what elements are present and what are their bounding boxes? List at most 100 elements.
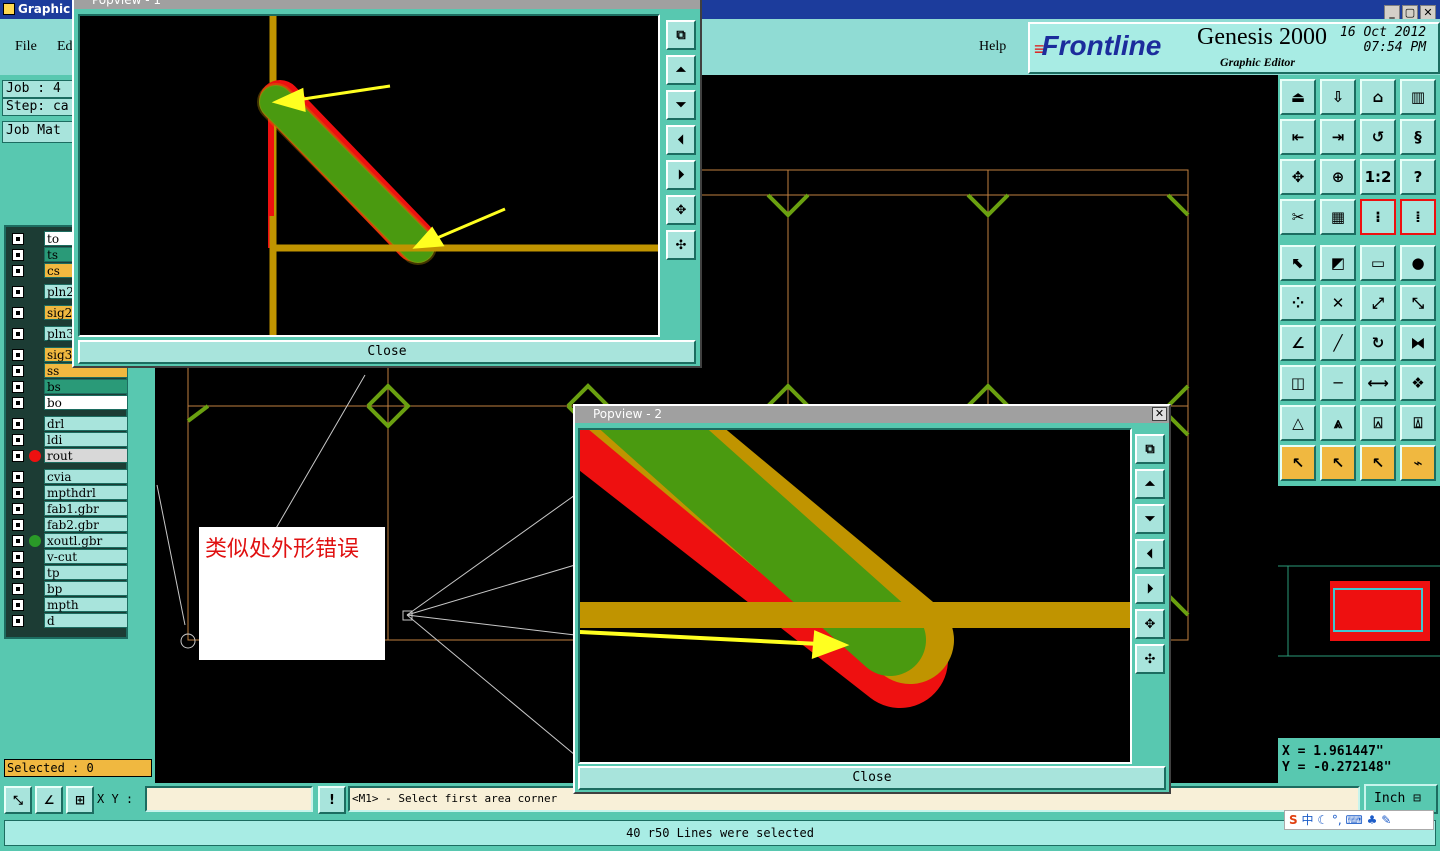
zoom-in-icon[interactable]: ✥	[666, 195, 696, 225]
layer-checkbox[interactable]	[12, 328, 24, 340]
layer-checkbox[interactable]	[12, 233, 24, 245]
scale-icon[interactable]: 1:2	[1360, 159, 1396, 195]
angle-icon[interactable]: ∠	[1280, 325, 1316, 361]
layer-checkbox[interactable]	[12, 551, 24, 563]
trace-icon[interactable]: ─	[1320, 365, 1356, 401]
save-icon[interactable]: ⇩	[1320, 79, 1356, 115]
job-matrix-button[interactable]: Job Mat	[2, 121, 74, 143]
zoom-center-icon[interactable]: ⊕	[1320, 159, 1356, 195]
popview-1-window[interactable]: Popview - 1 Close ⧉ ⏶ ⏷ ⏴ ⏵ ✥ ✣	[72, 0, 702, 368]
menu-edit[interactable]: Ed	[57, 39, 73, 55]
popview-zoom-icon[interactable]: ⧉	[1135, 434, 1165, 464]
layer-checkbox[interactable]	[12, 535, 24, 547]
route-icon[interactable]: ⍓	[1360, 405, 1396, 441]
open-job-icon[interactable]: ⏏	[1280, 79, 1316, 115]
measure-icon[interactable]: ⟷	[1360, 365, 1396, 401]
snap-icon[interactable]: §	[1400, 119, 1436, 155]
drc-icon[interactable]: △	[1280, 405, 1316, 441]
attributes-icon[interactable]: ◫	[1280, 365, 1316, 401]
delete-icon[interactable]: ✕	[1320, 285, 1356, 321]
area-select-icon[interactable]: ↖	[1360, 445, 1396, 481]
layer-name[interactable]: ldi	[44, 432, 128, 447]
group-icon[interactable]: ❖	[1400, 365, 1436, 401]
popview-2-window[interactable]: Popview - 2 ✕ Close ⧉ ⏶ ⏷ ⏴ ⏵ ✥ ✣	[532, 346, 1171, 794]
layer-checkbox[interactable]	[12, 381, 24, 393]
layer-checkbox[interactable]	[12, 615, 24, 627]
layer-name[interactable]: bo	[44, 395, 128, 410]
layer-row[interactable]: d	[8, 613, 128, 628]
pan-right-icon[interactable]: ⏵	[666, 160, 696, 190]
popview-1-titlebar[interactable]: Popview - 1	[74, 0, 700, 9]
layer-row[interactable]: ldi	[8, 432, 128, 447]
layer-row[interactable]: fab2.gbr	[8, 517, 128, 532]
layer-checkbox[interactable]	[12, 307, 24, 319]
undo-icon[interactable]: ↺	[1360, 119, 1396, 155]
zoom-out-icon[interactable]: ✣	[666, 230, 696, 260]
panel-icon[interactable]: ▥	[1400, 79, 1436, 115]
layer-checkbox[interactable]	[12, 471, 24, 483]
maximize-button[interactable]: ▢	[1402, 5, 1418, 20]
layer-row[interactable]: mpth	[8, 597, 128, 612]
layer-checkbox[interactable]	[12, 349, 24, 361]
layer-row[interactable]: mpthdrl	[8, 485, 128, 500]
layer-name[interactable]: mpth	[44, 597, 128, 612]
net-select-icon[interactable]: ⁘	[1280, 285, 1316, 321]
pan-right-icon[interactable]: ⏵	[1135, 574, 1165, 604]
layer-checkbox[interactable]	[12, 434, 24, 446]
pan-up-icon[interactable]: ⏶	[1135, 469, 1165, 499]
overview-map[interactable]	[1278, 486, 1440, 738]
outline-icon[interactable]: ⩓	[1320, 405, 1356, 441]
pointer-icon[interactable]: ↖	[1280, 445, 1316, 481]
layers-view-icon[interactable]: ⁝	[1360, 199, 1396, 235]
layer-checkbox[interactable]	[12, 503, 24, 515]
popview-2-close-icon[interactable]: ✕	[1152, 407, 1167, 421]
popview-1-view[interactable]	[78, 14, 660, 337]
zoom-out-icon[interactable]: ✣	[1135, 644, 1165, 674]
connect-icon[interactable]: ⌁	[1400, 445, 1436, 481]
xy-input[interactable]	[145, 786, 313, 812]
pan-left-icon[interactable]: ⏴	[666, 125, 696, 155]
layer-name[interactable]: rout	[44, 448, 128, 463]
pan-left-icon[interactable]: ⏴	[1135, 539, 1165, 569]
layer-name[interactable]: d	[44, 613, 128, 628]
layer-row[interactable]: bo	[8, 395, 128, 410]
layer-row[interactable]: bs	[8, 379, 128, 394]
layer-checkbox[interactable]	[12, 265, 24, 277]
stretch-icon[interactable]: ⤡	[1400, 285, 1436, 321]
layer-name[interactable]: fab1.gbr	[44, 501, 128, 516]
copy-icon[interactable]: ◩	[1320, 245, 1356, 281]
layer-name[interactable]: tp	[44, 565, 128, 580]
layer-name[interactable]: v-cut	[44, 549, 128, 564]
ruler-icon[interactable]: ▭	[1360, 245, 1396, 281]
popview-2-close-button[interactable]: Close	[578, 766, 1166, 790]
prev-step-icon[interactable]: ⇤	[1280, 119, 1316, 155]
measure-icon[interactable]: ∠	[35, 786, 63, 814]
layer-row[interactable]: cvia	[8, 469, 128, 484]
layer-row[interactable]: fab1.gbr	[8, 501, 128, 516]
pan-down-icon[interactable]: ⏷	[666, 90, 696, 120]
select-icon[interactable]: ↖	[1320, 445, 1356, 481]
popview-1-close-button[interactable]: Close	[78, 340, 696, 364]
popview-zoom-icon[interactable]: ⧉	[666, 20, 696, 50]
layer-row[interactable]: drl	[8, 416, 128, 431]
net-view-icon[interactable]: ⁞	[1400, 199, 1436, 235]
layer-checkbox[interactable]	[12, 418, 24, 430]
grid-snap-icon[interactable]: ⊞	[66, 786, 94, 814]
layer-name[interactable]: drl	[44, 416, 128, 431]
mirror-icon[interactable]: ⧓	[1400, 325, 1436, 361]
line-icon[interactable]: ╱	[1320, 325, 1356, 361]
close-window-button[interactable]: ✕	[1420, 5, 1436, 20]
layer-row[interactable]: v-cut	[8, 549, 128, 564]
menu-file[interactable]: File	[15, 39, 37, 55]
layer-checkbox[interactable]	[12, 487, 24, 499]
alert-button[interactable]: !	[318, 786, 346, 814]
rotate-icon[interactable]: ↻	[1360, 325, 1396, 361]
layer-row[interactable]: rout	[8, 448, 128, 463]
layer-name[interactable]: mpthdrl	[44, 485, 128, 500]
layer-row[interactable]: xoutl.gbr	[8, 533, 128, 548]
popview-2-titlebar[interactable]: Popview - 2	[575, 406, 1169, 423]
grid-icon[interactable]: ▦	[1320, 199, 1356, 235]
layer-checkbox[interactable]	[12, 519, 24, 531]
next-step-icon[interactable]: ⇥	[1320, 119, 1356, 155]
zoom-in-icon[interactable]: ✥	[1135, 609, 1165, 639]
